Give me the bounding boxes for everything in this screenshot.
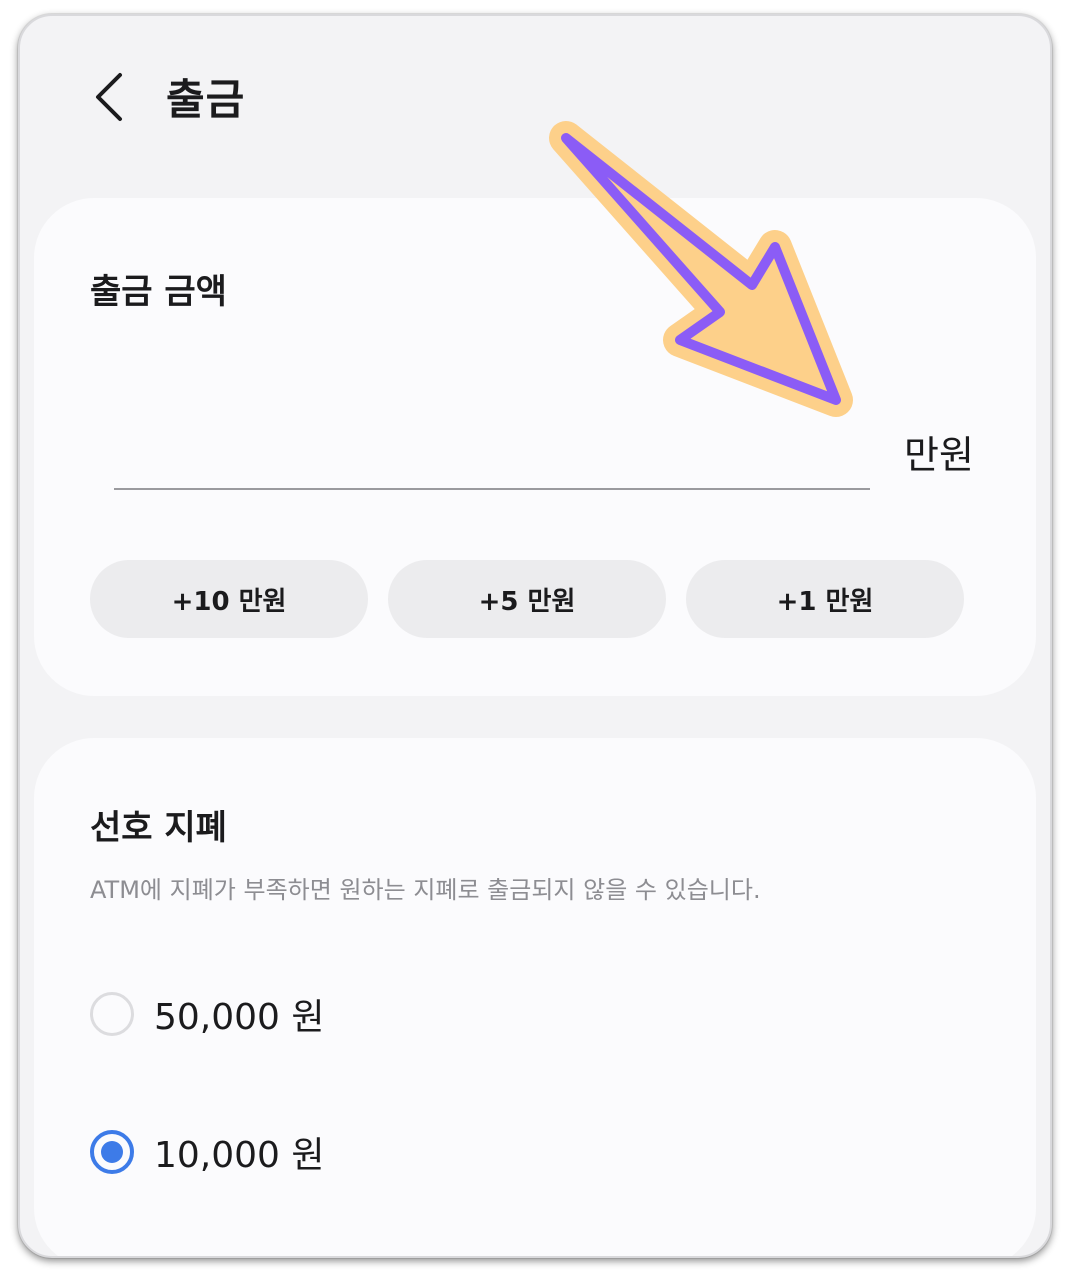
amount-unit-label: 만원 <box>904 433 974 477</box>
header: 출금 <box>20 16 1050 191</box>
add-100k-button[interactable]: +10 만원 <box>90 560 368 638</box>
notes-description: ATM에 지폐가 부족하면 원하는 지폐로 출금되지 않을 수 있습니다. <box>90 876 761 904</box>
radio-unselected-icon[interactable] <box>90 992 134 1036</box>
notes-section-title: 선호 지폐 <box>90 808 227 848</box>
page-title: 출금 <box>166 75 246 124</box>
preferred-notes-card: 선호 지폐 ATM에 지폐가 부족하면 원하는 지폐로 출금되지 않을 수 있습… <box>34 738 1036 1256</box>
quick-add-buttons: +10 만원 +5 만원 +1 만원 <box>90 560 964 638</box>
chevron-left-icon[interactable] <box>90 71 130 123</box>
radio-selected-icon[interactable] <box>90 1130 134 1174</box>
radio-label-50000: 50,000 원 <box>154 997 325 1038</box>
add-10k-button[interactable]: +1 만원 <box>686 560 964 638</box>
app-window: 출금 출금 금액 만원 +10 만원 +5 만원 +1 만원 선호 지폐 ATM… <box>18 14 1052 1258</box>
add-50k-button[interactable]: +5 만원 <box>388 560 666 638</box>
radio-option-10000[interactable]: 10,000 원 <box>90 1126 325 1178</box>
withdraw-amount-card: 출금 금액 만원 +10 만원 +5 만원 +1 만원 <box>34 198 1036 696</box>
radio-option-50000[interactable]: 50,000 원 <box>90 988 325 1040</box>
amount-section-title: 출금 금액 <box>90 272 227 312</box>
radio-label-10000: 10,000 원 <box>154 1135 325 1176</box>
amount-input[interactable] <box>114 426 870 490</box>
